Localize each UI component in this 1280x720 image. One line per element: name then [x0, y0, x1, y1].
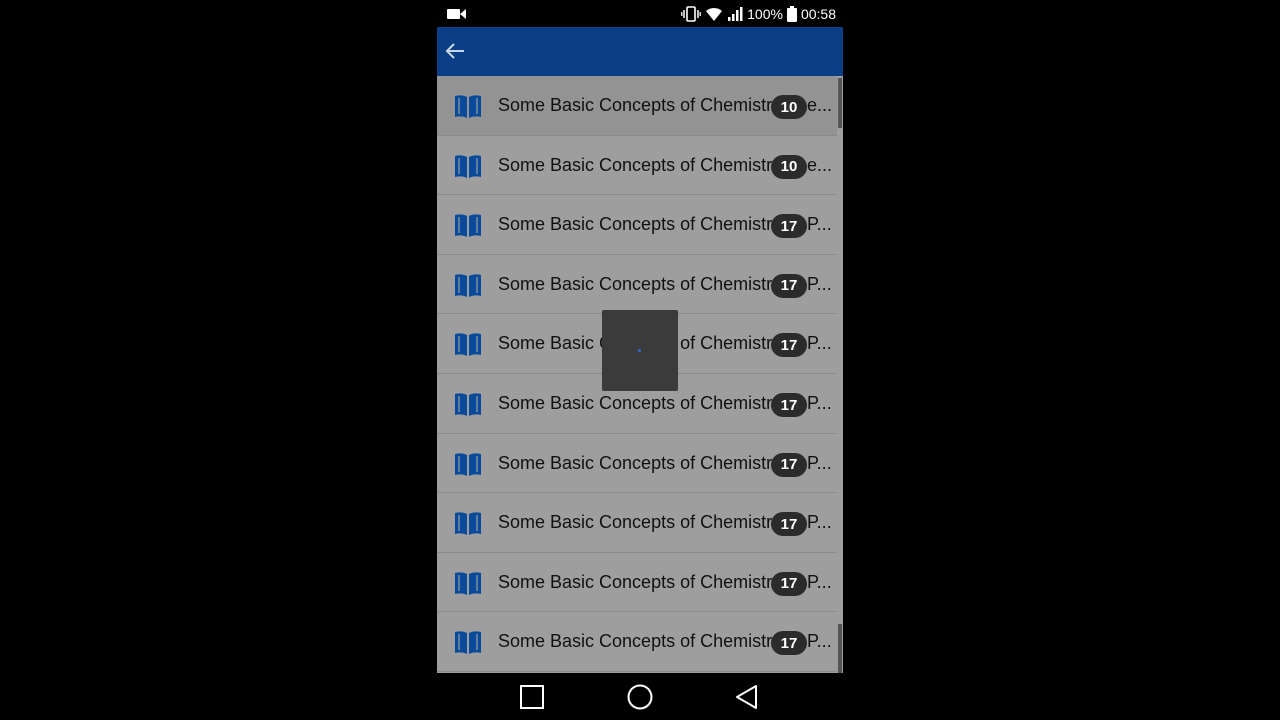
- recent-apps-icon: [520, 685, 544, 709]
- battery-percent: 100%: [747, 6, 783, 22]
- list-item-title-tail: P...: [807, 273, 831, 294]
- list-item-title-tail: P...: [807, 452, 831, 473]
- wifi-icon: [705, 6, 723, 22]
- list-item-title-tail: P...: [807, 333, 831, 354]
- book-icon: [455, 95, 481, 118]
- clock: 00:58: [800, 6, 836, 22]
- list-item[interactable]: Some Basic Concepts of Chemistr17P...: [437, 612, 837, 672]
- book-icon: [455, 512, 481, 536]
- list-item-title-tail: P...: [807, 631, 831, 652]
- list-item-title-tail: P...: [807, 512, 831, 533]
- list-item[interactable]: Some Basic Concepts of Chemistr17P...: [437, 254, 837, 315]
- book-icon: [455, 631, 481, 655]
- list-item-title-tail: P...: [807, 571, 831, 592]
- loading-spinner: [638, 349, 641, 352]
- count-badge: 17: [771, 631, 807, 656]
- battery-icon: [786, 6, 797, 22]
- home-button[interactable]: [627, 684, 653, 710]
- signal-icon: [727, 6, 743, 22]
- scrollbar[interactable]: [837, 76, 843, 673]
- loading-dialog: [602, 310, 678, 391]
- list-item[interactable]: Some Basic Concepts of Chemistr17P...: [437, 552, 837, 613]
- book-icon: [455, 154, 481, 178]
- back-icon: [736, 685, 757, 709]
- count-badge: 17: [771, 393, 807, 417]
- status-icons: 100% 00:58: [681, 5, 836, 23]
- app-bar: [437, 27, 843, 76]
- home-icon: [627, 684, 653, 710]
- nav-back-button[interactable]: [734, 684, 760, 710]
- count-badge: 10: [771, 154, 807, 179]
- recent-apps-button[interactable]: [519, 684, 545, 710]
- count-badge: 17: [771, 214, 807, 239]
- book-icon: [455, 452, 481, 476]
- vibrate-icon: [681, 6, 701, 22]
- back-button[interactable]: [443, 39, 467, 63]
- phone-screen: 100% 00:58 Some Basic Concepts of Chemis…: [437, 0, 843, 720]
- video-camera-icon: [447, 9, 466, 19]
- list-item[interactable]: Some Basic Concepts of Chemistr 10 e...: [437, 76, 837, 136]
- book-icon: [455, 333, 481, 357]
- list-item[interactable]: Some Basic Concepts of Chemistr17P...: [437, 433, 837, 494]
- book-icon: [455, 274, 481, 297]
- scroll-thumb[interactable]: [838, 78, 842, 128]
- list-item-title-tail: P...: [807, 214, 831, 235]
- scroll-thumb-secondary[interactable]: [838, 624, 842, 673]
- book-icon: [455, 393, 481, 416]
- status-bar: 100% 00:58: [437, 0, 843, 27]
- list-item-title-tail: e...: [807, 154, 831, 175]
- list-item-title-tail: e...: [807, 95, 831, 115]
- list-item[interactable]: Some Basic Concepts of Chemistr17P...: [437, 493, 837, 553]
- arrow-left-icon: [445, 43, 464, 59]
- count-badge: 17: [771, 273, 807, 298]
- count-badge: 17: [771, 512, 807, 537]
- list-item-title-tail: P...: [807, 393, 831, 413]
- list-item[interactable]: Some Basic Concepts of Chemistr 10 e...: [437, 135, 837, 196]
- count-badge: 17: [771, 571, 807, 596]
- book-icon: [455, 214, 481, 238]
- count-badge: 10: [771, 95, 807, 119]
- count-badge: 17: [771, 333, 807, 358]
- book-icon: [455, 572, 481, 595]
- navigation-bar: [437, 673, 843, 720]
- chapter-list: Some Basic Concepts of Chemistr 17 P... Som…: [437, 76, 843, 673]
- count-badge: 17: [771, 452, 807, 477]
- list-item[interactable]: Some Basic Concepts of Chemistr17P...: [437, 195, 837, 255]
